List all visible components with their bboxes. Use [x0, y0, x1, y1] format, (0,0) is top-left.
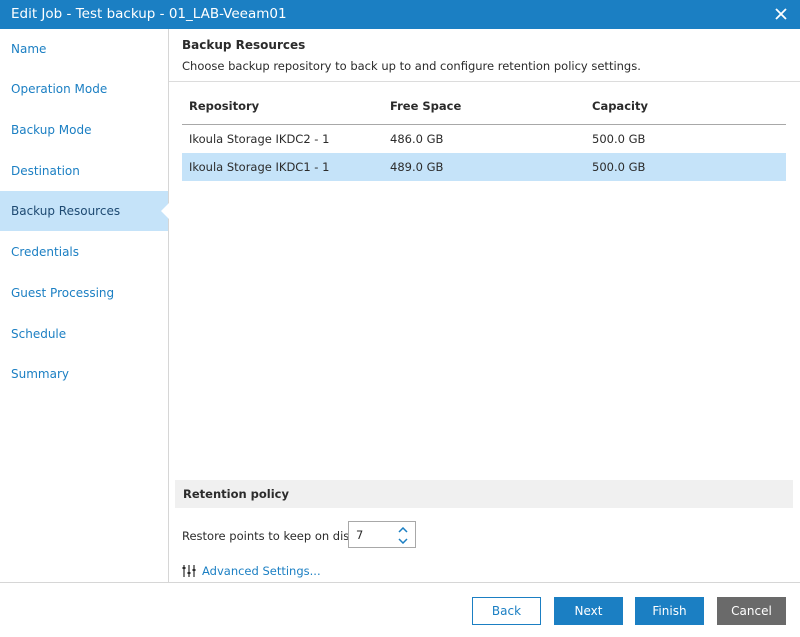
- table-header: Repository Free Space Capacity: [182, 91, 786, 125]
- step-description: Choose backup repository to back up to a…: [182, 59, 641, 73]
- cell-free-space: 486.0 GB: [390, 132, 444, 146]
- table-row-selected[interactable]: Ikoula Storage IKDC1 - 1 489.0 GB 500.0 …: [182, 153, 786, 181]
- sliders-icon: [182, 565, 196, 577]
- repository-table: Repository Free Space Capacity Ikoula St…: [182, 91, 786, 181]
- advanced-settings-label[interactable]: Advanced Settings...: [202, 564, 321, 578]
- sidebar-item-guest-processing[interactable]: Guest Processing: [0, 273, 168, 313]
- chevron-down-icon: [398, 537, 408, 544]
- step-title: Backup Resources: [182, 38, 306, 52]
- next-button[interactable]: Next: [554, 597, 623, 625]
- column-header-capacity[interactable]: Capacity: [592, 99, 648, 113]
- finish-button[interactable]: Finish: [635, 597, 704, 625]
- back-button[interactable]: Back: [472, 597, 541, 625]
- sidebar-item-destination[interactable]: Destination: [0, 151, 168, 191]
- column-header-free-space[interactable]: Free Space: [390, 99, 461, 113]
- wizard-steps-sidebar: Name Operation Mode Backup Mode Destinat…: [0, 29, 169, 582]
- sidebar-item-credentials[interactable]: Credentials: [0, 232, 168, 272]
- main-content: Backup Resources Choose backup repositor…: [169, 29, 800, 582]
- sidebar-item-schedule[interactable]: Schedule: [0, 314, 168, 354]
- window-title: Edit Job - Test backup - 01_LAB-Veeam01: [11, 6, 287, 22]
- retention-policy-header: Retention policy: [175, 480, 793, 508]
- cell-repository: Ikoula Storage IKDC2 - 1: [189, 132, 330, 146]
- wizard-footer: Back Next Finish Cancel: [0, 582, 800, 637]
- column-header-repository[interactable]: Repository: [189, 99, 259, 113]
- active-step-pointer: [161, 203, 169, 219]
- restore-points-value[interactable]: 7: [356, 528, 363, 542]
- restore-points-stepper[interactable]: 7: [348, 521, 416, 548]
- close-button[interactable]: [771, 4, 791, 24]
- title-bar: Edit Job - Test backup - 01_LAB-Veeam01: [0, 0, 800, 29]
- sidebar-item-name[interactable]: Name: [0, 29, 168, 69]
- advanced-settings-link[interactable]: Advanced Settings...: [182, 563, 321, 579]
- restore-points-label: Restore points to keep on disk:: [182, 529, 360, 543]
- cell-free-space: 489.0 GB: [390, 160, 444, 174]
- cell-capacity: 500.0 GB: [592, 160, 646, 174]
- cancel-button[interactable]: Cancel: [717, 597, 786, 625]
- cell-capacity: 500.0 GB: [592, 132, 646, 146]
- sidebar-item-backup-resources[interactable]: Backup Resources: [0, 191, 168, 231]
- retention-policy-title: Retention policy: [183, 487, 289, 501]
- chevron-up-icon: [398, 526, 408, 533]
- close-icon: [775, 8, 787, 20]
- sidebar-item-backup-mode[interactable]: Backup Mode: [0, 110, 168, 150]
- cell-repository: Ikoula Storage IKDC1 - 1: [189, 160, 330, 174]
- step-header: Backup Resources Choose backup repositor…: [169, 29, 800, 82]
- spin-up-button[interactable]: [397, 524, 409, 535]
- sidebar-item-operation-mode[interactable]: Operation Mode: [0, 69, 168, 109]
- sidebar-item-summary[interactable]: Summary: [0, 354, 168, 394]
- spin-down-button[interactable]: [397, 535, 409, 546]
- table-row[interactable]: Ikoula Storage IKDC2 - 1 486.0 GB 500.0 …: [182, 125, 786, 153]
